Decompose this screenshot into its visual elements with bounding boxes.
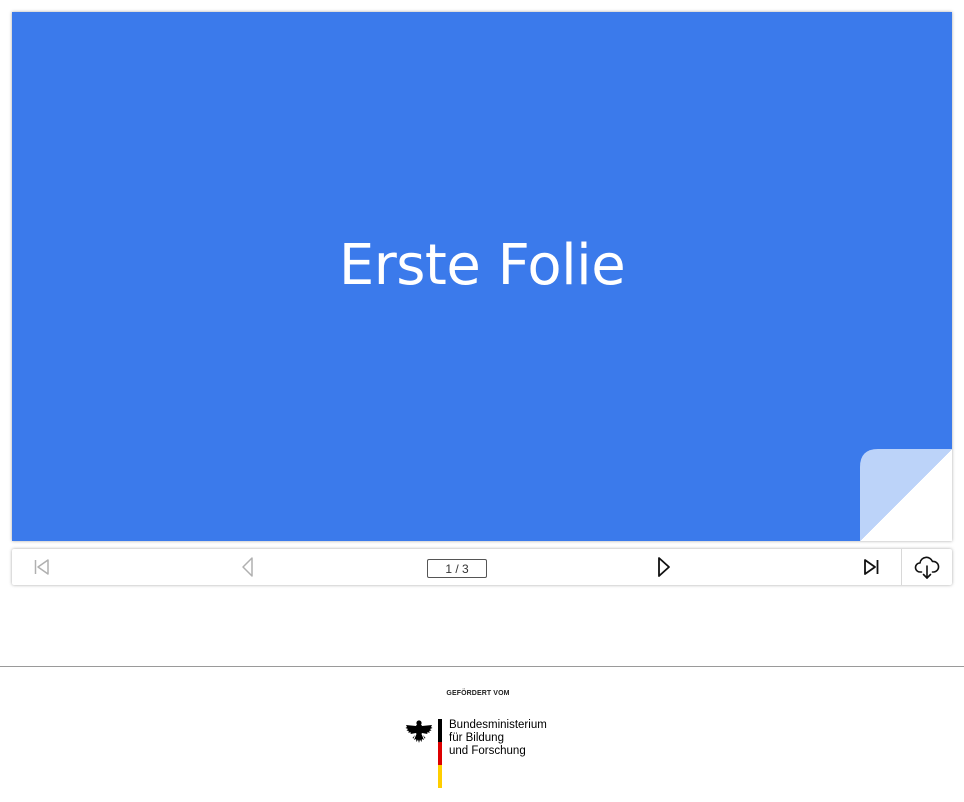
next-slide-button[interactable] bbox=[648, 549, 680, 585]
page-counter[interactable]: 1 / 3 bbox=[427, 559, 487, 578]
skip-to-last-icon bbox=[864, 559, 879, 575]
bmbf-logo: Bundesministerium für Bildung und Forsch… bbox=[405, 718, 555, 790]
slide-title: Erste Folie bbox=[338, 233, 626, 298]
cloud-download-icon bbox=[914, 556, 940, 579]
next-icon bbox=[658, 557, 670, 577]
slide-viewer: Erste Folie bbox=[12, 12, 952, 541]
previous-icon bbox=[242, 557, 253, 577]
footer-divider bbox=[0, 666, 964, 667]
slide-navigation-toolbar: 1 / 3 bbox=[12, 549, 952, 585]
ministry-line-2: für Bildung bbox=[449, 732, 504, 744]
german-flag-bar bbox=[438, 719, 442, 788]
first-slide-button[interactable] bbox=[26, 549, 58, 585]
previous-slide-button[interactable] bbox=[232, 549, 264, 585]
skip-to-first-icon bbox=[34, 559, 49, 575]
slide: Erste Folie bbox=[12, 12, 952, 541]
funding-caption: GEFÖRDERT VOM bbox=[446, 690, 510, 697]
page-curl-icon[interactable] bbox=[860, 449, 952, 541]
federal-eagle-icon bbox=[405, 720, 433, 743]
ministry-line-1: Bundesministerium bbox=[449, 719, 547, 731]
download-button[interactable] bbox=[909, 549, 945, 585]
ministry-line-3: und Forschung bbox=[449, 745, 526, 757]
toolbar-divider bbox=[901, 549, 902, 585]
last-slide-button[interactable] bbox=[855, 549, 887, 585]
ministry-name: Bundesministerium für Bildung und Forsch… bbox=[449, 719, 547, 758]
